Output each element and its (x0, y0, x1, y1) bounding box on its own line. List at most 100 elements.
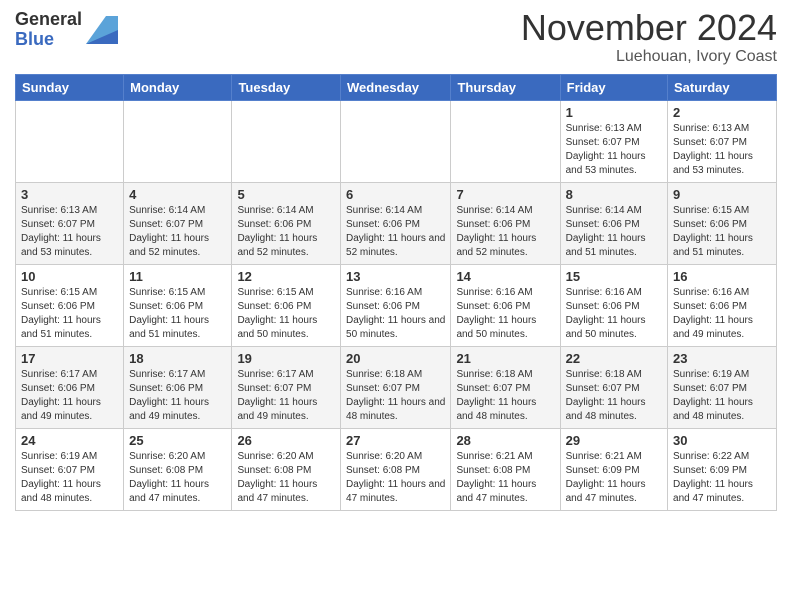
calendar-week-1: 1 Sunrise: 6:13 AMSunset: 6:07 PMDaylight… (16, 101, 777, 183)
day-cell-3: 3Sunrise: 6:13 AMSunset: 6:07 PMDaylight… (16, 183, 124, 265)
calendar-week-4: 17 Sunrise: 6:17 AMSunset: 6:06 PMDayligh… (16, 347, 777, 429)
day-info: Sunrise: 6:19 AMSunset: 6:07 PMDaylight:… (673, 368, 771, 424)
day-info: Sunrise: 6:17 AMSunset: 6:06 PMDaylight:… (21, 368, 118, 424)
logo-icon (86, 16, 118, 44)
day-number: 27 (346, 433, 445, 448)
day-info: Sunrise: 6:15 AMSunset: 6:06 PMDaylight:… (21, 286, 118, 342)
day-cell-30: 30 Sunrise: 6:22 AMSunset: 6:09 PMDayligh… (668, 429, 777, 511)
day-info: Sunrise: 6:18 AMSunset: 6:07 PMDaylight:… (346, 368, 445, 424)
page: General Blue November 2024 Luehouan, Ivo… (0, 0, 792, 521)
day-info: Sunrise: 6:17 AMSunset: 6:07 PMDaylight:… (237, 368, 335, 424)
day-number: 8 (566, 187, 662, 202)
empty-cell (341, 101, 451, 183)
day-cell-28: 28 Sunrise: 6:21 AMSunset: 6:08 PMDayligh… (451, 429, 560, 511)
day-info: Sunrise: 6:18 AMSunset: 6:07 PMDaylight:… (566, 368, 662, 424)
day-cell-27: 27 Sunrise: 6:20 AMSunset: 6:08 PMDayligh… (341, 429, 451, 511)
day-cell-20: 20 Sunrise: 6:18 AMSunset: 6:07 PMDayligh… (341, 347, 451, 429)
day-cell-19: 19 Sunrise: 6:17 AMSunset: 6:07 PMDayligh… (232, 347, 341, 429)
day-number: 28 (456, 433, 554, 448)
day-number: 10 (21, 269, 118, 284)
empty-cell (232, 101, 341, 183)
day-number: 6 (346, 187, 445, 202)
day-info: Sunrise: 6:14 AMSunset: 6:06 PMDaylight:… (456, 204, 554, 260)
title-block: November 2024 Luehouan, Ivory Coast (521, 10, 777, 66)
day-cell-17: 17 Sunrise: 6:17 AMSunset: 6:06 PMDayligh… (16, 347, 124, 429)
day-cell-2: 2Sunrise: 6:13 AMSunset: 6:07 PMDaylight… (668, 101, 777, 183)
day-cell-4: 4Sunrise: 6:14 AMSunset: 6:07 PMDaylight… (124, 183, 232, 265)
day-cell-23: 23 Sunrise: 6:19 AMSunset: 6:07 PMDayligh… (668, 347, 777, 429)
calendar-table: SundayMondayTuesdayWednesdayThursdayFrid… (15, 74, 777, 511)
day-info: Sunrise: 6:13 AMSunset: 6:07 PMDaylight:… (566, 122, 662, 178)
day-info: Sunrise: 6:16 AMSunset: 6:06 PMDaylight:… (566, 286, 662, 342)
day-number: 12 (237, 269, 335, 284)
day-number: 18 (129, 351, 226, 366)
day-number: 17 (21, 351, 118, 366)
day-info: Sunrise: 6:20 AMSunset: 6:08 PMDaylight:… (346, 450, 445, 506)
day-number: 25 (129, 433, 226, 448)
empty-cell (451, 101, 560, 183)
day-info: Sunrise: 6:17 AMSunset: 6:06 PMDaylight:… (129, 368, 226, 424)
day-number: 11 (129, 269, 226, 284)
empty-cell (16, 101, 124, 183)
day-number: 4 (129, 187, 226, 202)
day-number: 23 (673, 351, 771, 366)
day-number: 1 (566, 105, 662, 120)
day-info: Sunrise: 6:14 AMSunset: 6:06 PMDaylight:… (346, 204, 445, 260)
day-info: Sunrise: 6:15 AMSunset: 6:06 PMDaylight:… (673, 204, 771, 260)
logo-general-text: General (15, 9, 82, 29)
day-number: 5 (237, 187, 335, 202)
day-number: 26 (237, 433, 335, 448)
day-cell-5: 5 Sunrise: 6:14 AMSunset: 6:06 PMDaylight… (232, 183, 341, 265)
calendar-week-5: 24Sunrise: 6:19 AMSunset: 6:07 PMDayligh… (16, 429, 777, 511)
day-info: Sunrise: 6:16 AMSunset: 6:06 PMDaylight:… (346, 286, 445, 342)
logo-blue-text: Blue (15, 29, 54, 49)
day-cell-18: 18 Sunrise: 6:17 AMSunset: 6:06 PMDayligh… (124, 347, 232, 429)
day-cell-9: 9 Sunrise: 6:15 AMSunset: 6:06 PMDaylight… (668, 183, 777, 265)
weekday-header-wednesday: Wednesday (341, 75, 451, 101)
day-info: Sunrise: 6:14 AMSunset: 6:06 PMDaylight:… (566, 204, 662, 260)
day-number: 9 (673, 187, 771, 202)
day-cell-16: 16Sunrise: 6:16 AMSunset: 6:06 PMDayligh… (668, 265, 777, 347)
weekday-header-saturday: Saturday (668, 75, 777, 101)
day-cell-8: 8 Sunrise: 6:14 AMSunset: 6:06 PMDaylight… (560, 183, 667, 265)
day-info: Sunrise: 6:20 AMSunset: 6:08 PMDaylight:… (129, 450, 226, 506)
day-cell-26: 26 Sunrise: 6:20 AMSunset: 6:08 PMDayligh… (232, 429, 341, 511)
day-info: Sunrise: 6:16 AMSunset: 6:06 PMDaylight:… (456, 286, 554, 342)
day-number: 7 (456, 187, 554, 202)
header: General Blue November 2024 Luehouan, Ivo… (15, 10, 777, 66)
day-cell-21: 21 Sunrise: 6:18 AMSunset: 6:07 PMDayligh… (451, 347, 560, 429)
calendar-week-3: 10 Sunrise: 6:15 AMSunset: 6:06 PMDayligh… (16, 265, 777, 347)
weekday-header-friday: Friday (560, 75, 667, 101)
day-number: 19 (237, 351, 335, 366)
empty-cell (124, 101, 232, 183)
day-info: Sunrise: 6:20 AMSunset: 6:08 PMDaylight:… (237, 450, 335, 506)
day-number: 14 (456, 269, 554, 284)
day-number: 21 (456, 351, 554, 366)
day-cell-12: 12 Sunrise: 6:15 AMSunset: 6:06 PMDayligh… (232, 265, 341, 347)
day-cell-25: 25 Sunrise: 6:20 AMSunset: 6:08 PMDayligh… (124, 429, 232, 511)
day-cell-6: 6 Sunrise: 6:14 AMSunset: 6:06 PMDaylight… (341, 183, 451, 265)
day-number: 29 (566, 433, 662, 448)
logo: General Blue (15, 10, 118, 50)
day-info: Sunrise: 6:18 AMSunset: 6:07 PMDaylight:… (456, 368, 554, 424)
day-info: Sunrise: 6:15 AMSunset: 6:06 PMDaylight:… (237, 286, 335, 342)
day-cell-14: 14 Sunrise: 6:16 AMSunset: 6:06 PMDayligh… (451, 265, 560, 347)
weekday-header-tuesday: Tuesday (232, 75, 341, 101)
day-cell-22: 22Sunrise: 6:18 AMSunset: 6:07 PMDayligh… (560, 347, 667, 429)
day-cell-24: 24Sunrise: 6:19 AMSunset: 6:07 PMDayligh… (16, 429, 124, 511)
day-number: 24 (21, 433, 118, 448)
day-number: 30 (673, 433, 771, 448)
weekday-header-thursday: Thursday (451, 75, 560, 101)
day-info: Sunrise: 6:14 AMSunset: 6:06 PMDaylight:… (237, 204, 335, 260)
calendar-header-row: SundayMondayTuesdayWednesdayThursdayFrid… (16, 75, 777, 101)
day-cell-15: 15Sunrise: 6:16 AMSunset: 6:06 PMDayligh… (560, 265, 667, 347)
calendar-week-2: 3Sunrise: 6:13 AMSunset: 6:07 PMDaylight… (16, 183, 777, 265)
day-number: 20 (346, 351, 445, 366)
day-info: Sunrise: 6:21 AMSunset: 6:09 PMDaylight:… (566, 450, 662, 506)
day-info: Sunrise: 6:16 AMSunset: 6:06 PMDaylight:… (673, 286, 771, 342)
day-info: Sunrise: 6:22 AMSunset: 6:09 PMDaylight:… (673, 450, 771, 506)
day-info: Sunrise: 6:21 AMSunset: 6:08 PMDaylight:… (456, 450, 554, 506)
weekday-header-sunday: Sunday (16, 75, 124, 101)
day-number: 3 (21, 187, 118, 202)
day-number: 13 (346, 269, 445, 284)
